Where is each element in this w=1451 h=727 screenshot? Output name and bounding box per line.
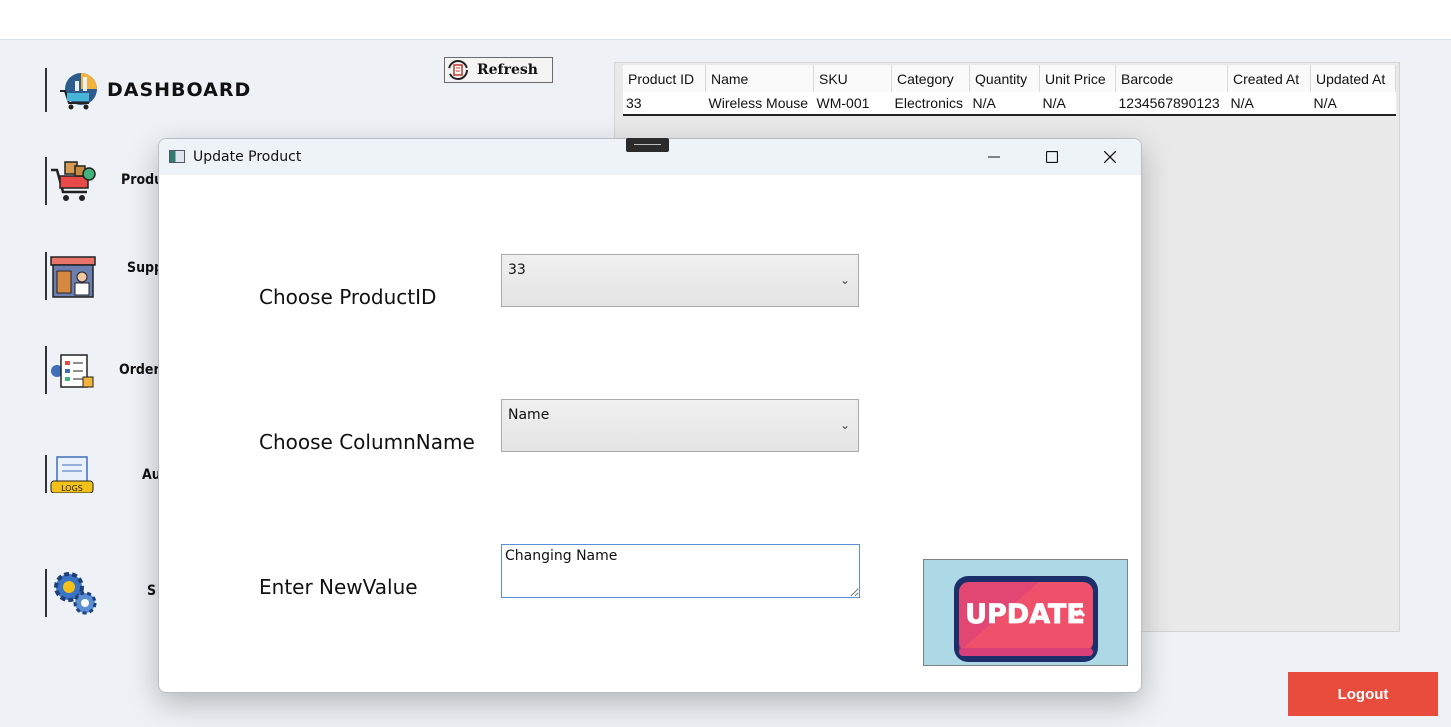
splitter-handle[interactable]	[626, 138, 669, 152]
maximize-icon	[1046, 151, 1058, 163]
chevron-down-icon: ⌄	[839, 418, 850, 432]
cart-products-icon	[51, 161, 96, 201]
table-cell[interactable]: 1234567890123	[1115, 92, 1228, 116]
refresh-button[interactable]: Refresh	[444, 57, 553, 83]
sidebar-item-settings[interactable]: S	[45, 569, 156, 617]
supplier-store-icon	[50, 256, 96, 298]
product-id-label: Choose ProductID	[259, 285, 437, 309]
table-cell[interactable]: N/A	[1310, 92, 1396, 116]
sidebar-item-label: S	[147, 583, 157, 599]
logs-icon: LOGS	[50, 456, 94, 493]
table-header-row: Product ID Name SKU Category Quantity Un…	[623, 65, 1396, 92]
dialog-title: Update Product	[193, 149, 302, 165]
order-checklist-icon	[51, 354, 94, 388]
settings-gears-icon	[54, 572, 97, 615]
table-cell[interactable]: N/A	[1039, 92, 1116, 116]
sidebar-item-label: Order	[119, 362, 160, 378]
table-cell[interactable]: 33	[623, 92, 706, 116]
column-header[interactable]: Product ID	[623, 65, 706, 92]
product-id-selected-value: 33	[508, 262, 526, 278]
logout-button[interactable]: Logout	[1288, 672, 1438, 716]
column-header[interactable]: Category	[891, 65, 970, 92]
table-cell[interactable]: Electronics	[891, 92, 970, 116]
column-name-select[interactable]: Name ⌄	[501, 399, 859, 452]
close-button[interactable]	[1081, 139, 1139, 175]
minimize-icon	[988, 156, 1000, 158]
sidebar-item-suppliers[interactable]: Suppl	[45, 252, 167, 300]
refresh-icon	[448, 60, 468, 80]
column-header[interactable]: SKU	[813, 65, 892, 92]
column-header[interactable]: Name	[705, 65, 814, 92]
sidebar-item-label: Produ	[121, 172, 164, 188]
table-row[interactable]: 33 Wireless Mouse WM-001 Electronics N/A…	[623, 92, 1396, 116]
dashboard-chart-icon	[60, 73, 97, 110]
sidebar-item-audit-logs[interactable]: LOGS Au	[45, 455, 161, 493]
update-button[interactable]: UPDATE	[923, 559, 1128, 666]
column-header[interactable]: Unit Price	[1039, 65, 1116, 92]
refresh-label: Refresh	[477, 62, 538, 78]
column-header[interactable]: Quantity	[969, 65, 1040, 92]
sidebar-item-products[interactable]: Produ	[45, 157, 163, 205]
products-table[interactable]: Product ID Name SKU Category Quantity Un…	[623, 65, 1396, 116]
window-app-icon	[169, 150, 185, 163]
column-header[interactable]: Updated At	[1310, 65, 1396, 92]
dashboard-title: DASHBOARD	[107, 79, 252, 101]
table-cell[interactable]: N/A	[1227, 92, 1311, 116]
table-cell[interactable]: Wireless Mouse	[705, 92, 814, 116]
column-name-label: Choose ColumnName	[259, 430, 475, 454]
update-button-text: UPDATE	[965, 599, 1085, 630]
chevron-down-icon: ⌄	[839, 273, 850, 287]
table-cell[interactable]: N/A	[969, 92, 1040, 116]
maximize-button[interactable]	[1023, 139, 1081, 175]
minimize-button[interactable]	[965, 139, 1023, 175]
update-badge-icon: UPDATE	[954, 576, 1098, 662]
close-icon	[1104, 151, 1116, 163]
column-name-selected-value: Name	[508, 407, 550, 423]
svg-text:LOGS: LOGS	[61, 484, 83, 493]
new-value-input[interactable]: Changing Name	[501, 544, 860, 598]
dashboard-brand[interactable]: DASHBOARD	[45, 68, 251, 112]
new-value-label: Enter NewValue	[259, 575, 418, 599]
sidebar-item-orders[interactable]: Order	[45, 346, 160, 394]
top-bar	[0, 0, 1451, 40]
update-product-dialog[interactable]: Update Product Choose ProductID 33 ⌄ Cho…	[158, 138, 1142, 693]
column-header[interactable]: Created At	[1227, 65, 1311, 92]
table-cell[interactable]: WM-001	[813, 92, 892, 116]
product-id-select[interactable]: 33 ⌄	[501, 254, 859, 307]
column-header[interactable]: Barcode	[1115, 65, 1228, 92]
